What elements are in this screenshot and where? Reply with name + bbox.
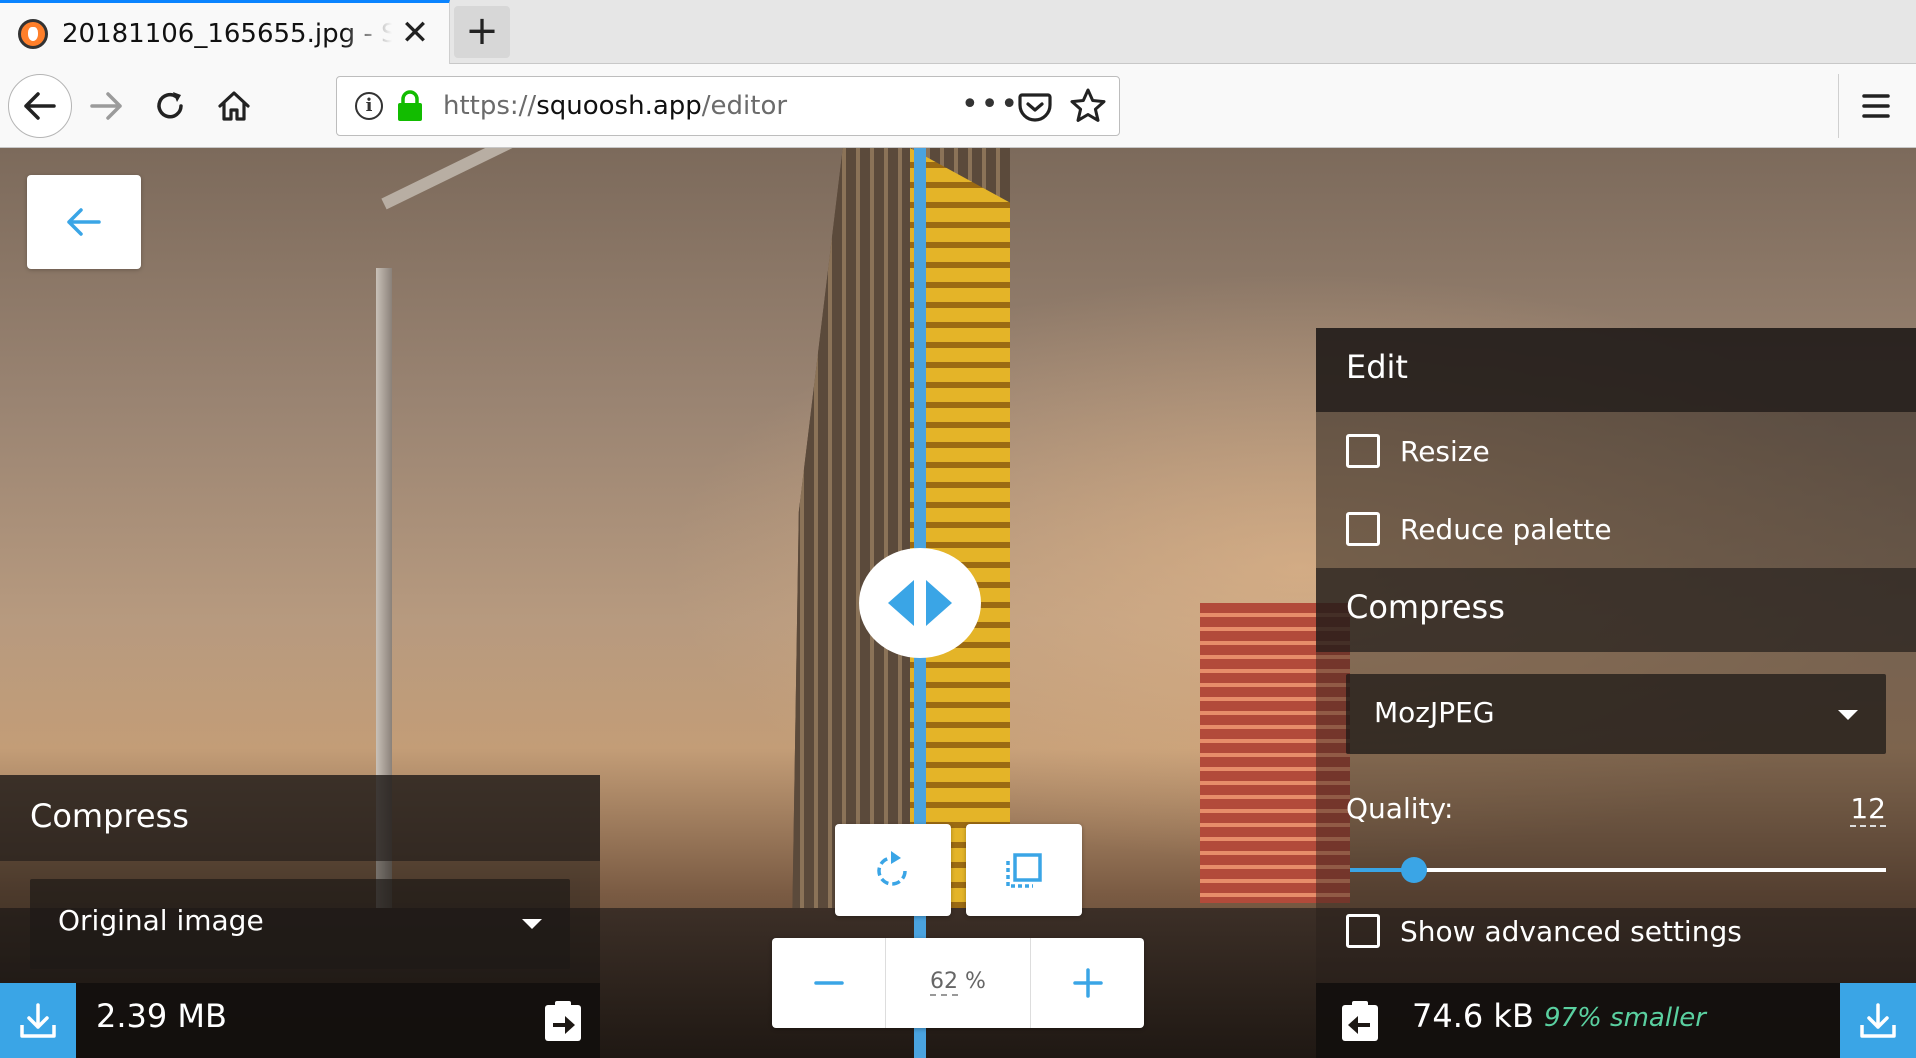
zoom-out-button[interactable] — [772, 938, 886, 1028]
page-actions-more-icon[interactable]: ••• — [961, 87, 1020, 122]
home-icon — [218, 91, 250, 121]
download-icon — [20, 1002, 56, 1038]
browser-tab[interactable]: 20181106_165655.jpg - Squoosh ✕ — [0, 0, 450, 65]
tab-title: 20181106_165655.jpg - Squoosh — [62, 19, 392, 49]
chevron-down-icon — [1838, 710, 1858, 720]
arrow-left-icon — [67, 208, 101, 236]
quality-slider[interactable] — [1350, 857, 1886, 883]
zoom-control: 62 % — [772, 938, 1144, 1028]
right-results-bar: 74.6 kB 97% smaller — [1316, 983, 1916, 1058]
fit-screen-icon — [1006, 853, 1042, 888]
copy-across-icon — [545, 1001, 581, 1041]
reduce-palette-checkbox[interactable] — [1346, 512, 1380, 546]
left-download-button[interactable] — [0, 983, 76, 1058]
reduce-palette-option[interactable]: Reduce palette — [1316, 490, 1916, 568]
star-icon[interactable] — [1069, 87, 1107, 125]
squoosh-logo-icon — [18, 19, 48, 49]
image-comparison-view[interactable]: 62 % Compress Original image 2.39 MB Edi… — [0, 148, 1916, 1058]
resize-option[interactable]: Resize — [1316, 412, 1916, 490]
zoom-in-button[interactable] — [1030, 938, 1144, 1028]
resize-label: Resize — [1400, 434, 1490, 468]
edit-heading: Edit — [1316, 328, 1916, 412]
url-bar[interactable]: i https://squoosh.app/editor ••• — [336, 76, 1120, 136]
left-compress-body: Original image — [0, 861, 600, 983]
left-format-value: Original image — [58, 904, 264, 937]
right-options-panel: Edit Resize Reduce palette Compress MozJ… — [1316, 328, 1916, 1058]
left-compress-heading: Compress — [0, 775, 600, 861]
size-savings: 97% smaller — [1544, 1003, 1706, 1033]
url-text: https://squoosh.app/editor — [443, 91, 787, 121]
reload-button[interactable] — [140, 76, 200, 136]
download-icon — [1860, 1002, 1896, 1038]
right-compress-heading: Compress — [1316, 568, 1916, 652]
quality-value-input[interactable]: 12 — [1850, 792, 1886, 827]
copy-settings-left-button[interactable] — [1340, 999, 1380, 1043]
left-format-select[interactable]: Original image — [30, 879, 570, 969]
url-path: /editor — [701, 91, 788, 121]
advanced-settings-checkbox[interactable] — [1346, 914, 1380, 948]
navigation-toolbar: i https://squoosh.app/editor ••• — [0, 64, 1916, 148]
zoom-level[interactable]: 62 % — [886, 938, 1030, 1028]
back-to-upload-button[interactable] — [27, 175, 141, 269]
resize-checkbox[interactable] — [1346, 434, 1380, 468]
url-host: squoosh.app — [536, 91, 702, 121]
left-options-panel: Compress Original image 2.39 MB — [0, 775, 600, 1058]
right-download-button[interactable] — [1840, 983, 1916, 1058]
divider-drag-handle[interactable] — [859, 548, 981, 658]
lock-icon[interactable] — [397, 90, 423, 122]
hamburger-menu-icon[interactable] — [1856, 88, 1896, 124]
copy-settings-right-button[interactable] — [543, 999, 583, 1043]
reduce-palette-label: Reduce palette — [1400, 512, 1612, 546]
home-button[interactable] — [204, 76, 264, 136]
right-file-size: 74.6 kB — [1412, 997, 1534, 1035]
left-right-arrows-icon — [888, 580, 952, 626]
reload-icon — [157, 92, 183, 119]
left-file-size: 2.39 MB — [96, 997, 227, 1035]
plus-icon — [1072, 968, 1103, 998]
quality-row: Quality: 12 — [1346, 792, 1886, 832]
back-button[interactable] — [8, 74, 72, 138]
right-format-select[interactable]: MozJPEG — [1346, 674, 1886, 754]
tab-strip: 20181106_165655.jpg - Squoosh ✕ + — [0, 0, 1916, 65]
copy-across-icon — [1342, 1001, 1378, 1041]
new-tab-button[interactable]: + — [454, 6, 510, 58]
left-results-bar: 2.39 MB — [0, 983, 600, 1058]
right-compress-body: MozJPEG Quality: 12 Show advanced settin… — [1316, 652, 1916, 1006]
arrow-right-icon — [90, 92, 122, 120]
right-format-value: MozJPEG — [1374, 696, 1495, 729]
zoom-unit: % — [965, 969, 986, 994]
minus-icon — [813, 981, 844, 985]
forward-button[interactable] — [76, 76, 136, 136]
zoom-value[interactable]: 62 — [930, 969, 959, 996]
tab-close-icon[interactable]: ✕ — [398, 16, 432, 51]
fit-to-screen-button[interactable] — [966, 824, 1082, 916]
pocket-icon[interactable] — [1017, 89, 1053, 125]
quality-slider-thumb[interactable] — [1401, 857, 1428, 883]
info-icon[interactable]: i — [355, 92, 383, 120]
advanced-settings-option[interactable]: Show advanced settings — [1346, 914, 1742, 948]
arrow-left-icon — [24, 92, 56, 120]
advanced-settings-label: Show advanced settings — [1400, 914, 1742, 948]
chevron-down-icon — [522, 919, 542, 929]
url-scheme: https:// — [443, 91, 537, 121]
rotate-button[interactable] — [835, 824, 951, 916]
rotate-icon — [877, 851, 907, 886]
toolbar-separator — [1838, 74, 1839, 138]
quality-label: Quality: — [1346, 792, 1454, 825]
